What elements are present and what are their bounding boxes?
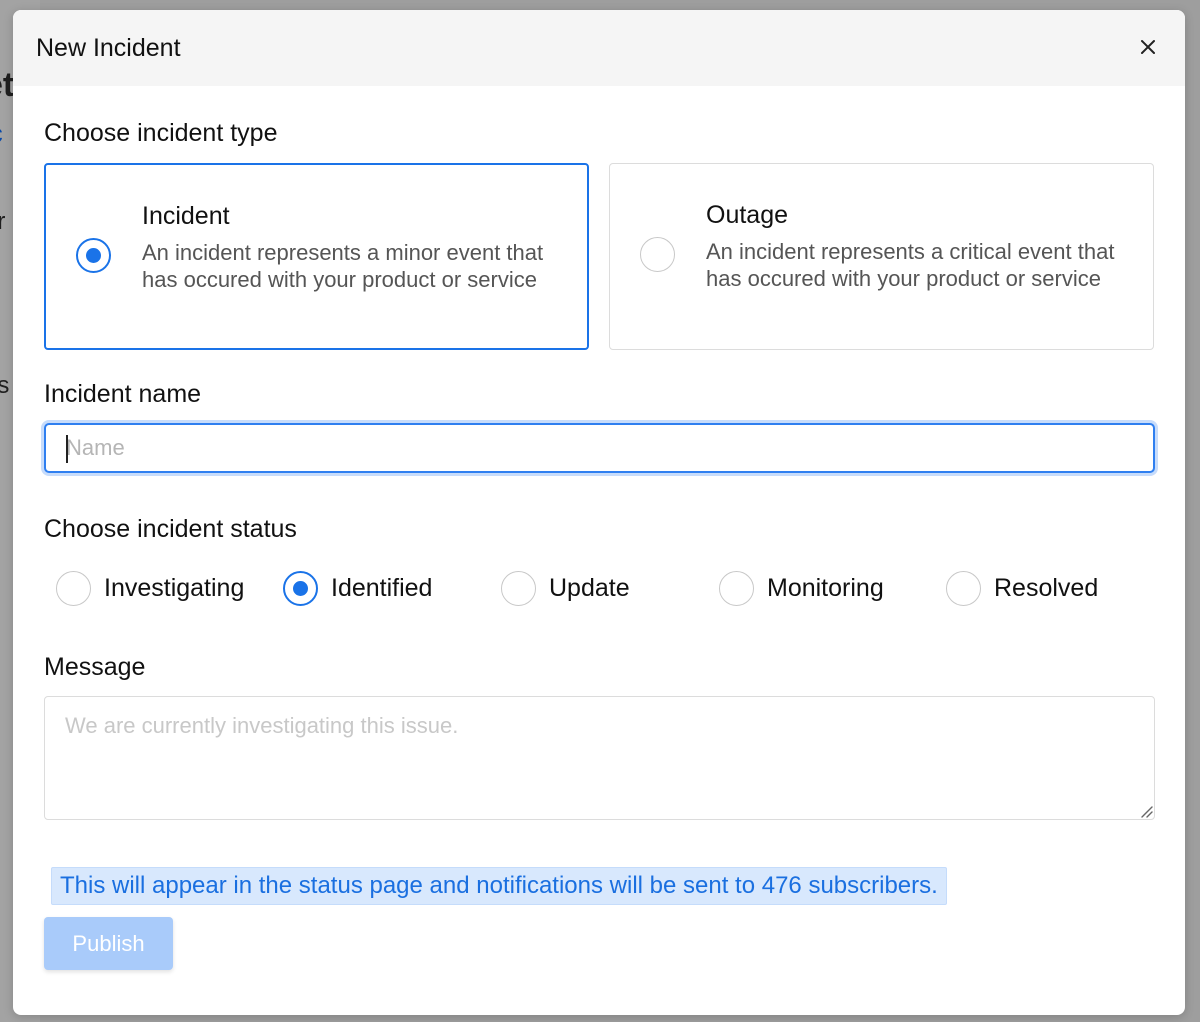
text-cursor	[66, 435, 68, 463]
status-radio-investigating[interactable]	[56, 570, 91, 606]
close-button[interactable]	[1133, 32, 1163, 62]
background-text: t r	[0, 208, 6, 235]
modal-title: New Incident	[36, 34, 181, 62]
incident-name-input[interactable]	[44, 423, 1155, 473]
resize-handle-icon[interactable]	[1139, 804, 1153, 818]
background-link: ic	[0, 118, 3, 149]
status-option-identified[interactable]: Identified	[283, 570, 432, 606]
status-radio-identified[interactable]	[283, 570, 318, 606]
incident-type-card-outage[interactable]: Outage An incident represents a critical…	[609, 163, 1154, 350]
incident-type-radio-incident[interactable]	[76, 238, 111, 273]
close-icon	[1141, 40, 1155, 54]
status-option-update[interactable]: Update	[501, 570, 630, 606]
status-radio-monitoring[interactable]	[719, 570, 754, 606]
incident-type-card-incident[interactable]: Incident An incident represents a minor …	[44, 163, 589, 350]
message-label: Message	[44, 653, 146, 681]
modal-header: New Incident	[13, 10, 1185, 86]
card-description: An incident represents a minor event tha…	[142, 240, 544, 292]
incident-name-label: Incident name	[44, 380, 202, 408]
incident-status-label: Choose incident status	[44, 515, 297, 543]
card-title: Outage	[706, 201, 789, 229]
status-radio-resolved[interactable]	[946, 570, 981, 606]
card-title: Incident	[142, 202, 230, 230]
status-label: Update	[549, 573, 630, 602]
incident-type-radio-outage[interactable]	[640, 237, 675, 272]
status-label: Monitoring	[767, 573, 884, 602]
status-option-investigating[interactable]: Investigating	[56, 570, 244, 606]
message-textarea[interactable]	[44, 696, 1155, 820]
publish-button[interactable]: Publish	[44, 917, 173, 970]
incident-type-label: Choose incident type	[44, 119, 278, 147]
status-option-monitoring[interactable]: Monitoring	[719, 570, 884, 606]
status-label: Identified	[331, 573, 433, 602]
status-option-resolved[interactable]: Resolved	[946, 570, 1098, 606]
card-description: An incident represents a critical event …	[706, 239, 1115, 291]
status-label: Resolved	[994, 573, 1099, 602]
background-text: us	[0, 372, 10, 399]
status-label: Investigating	[104, 573, 245, 602]
subscriber-notice: This will appear in the status page and …	[51, 867, 947, 905]
status-radio-update[interactable]	[501, 570, 536, 606]
new-incident-modal: New Incident Choose incident type Incide…	[13, 10, 1185, 1015]
